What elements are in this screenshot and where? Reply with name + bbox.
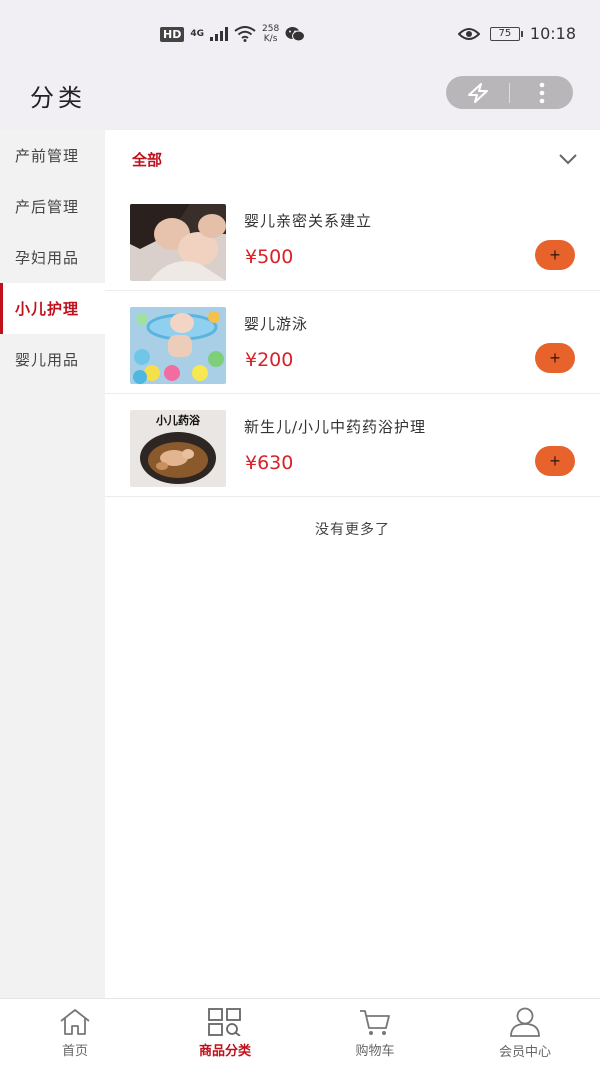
filter-label: 全部: [132, 150, 163, 169]
clock: 10:18: [529, 24, 576, 43]
cart-icon: [360, 1009, 390, 1035]
battery-indicator: 75: [489, 26, 523, 41]
tab-member[interactable]: 会员中心: [450, 999, 600, 1067]
chevron-down-icon: [559, 154, 577, 165]
list-item[interactable]: 小儿药浴 新生儿/小儿中药药浴护理 ¥630 +: [105, 394, 600, 497]
tab-label: 会员中心: [498, 1044, 551, 1060]
net-speed: 258 K/s: [262, 24, 279, 44]
sidebar-item-child-care[interactable]: 小儿护理: [0, 283, 105, 334]
mother-baby-photo: [130, 204, 226, 281]
status-right: 75 10:18: [457, 24, 576, 43]
product-price: ¥500: [245, 246, 294, 268]
add-to-cart-button[interactable]: +: [535, 343, 575, 373]
add-to-cart-button[interactable]: +: [535, 240, 575, 270]
tab-category[interactable]: 商品分类: [150, 999, 300, 1067]
no-more-text: 没有更多了: [315, 522, 390, 538]
share-button[interactable]: [446, 76, 509, 109]
eye-icon: [457, 27, 480, 40]
page-title: 分类: [30, 84, 86, 112]
more-vertical-icon: [539, 82, 544, 103]
more-button[interactable]: [510, 76, 573, 109]
add-to-cart-button[interactable]: +: [535, 446, 575, 476]
sidebar-item-prenatal[interactable]: 产前管理: [0, 130, 105, 181]
sidebar-item-label: 小儿护理: [15, 300, 80, 318]
lightning-icon: [467, 82, 488, 103]
tab-label: 首页: [61, 1043, 88, 1059]
wifi-icon: [234, 26, 256, 42]
net-speed-value: 258: [262, 24, 280, 34]
wechat-icon: [285, 27, 306, 42]
hd-badge: HD: [160, 26, 185, 42]
sidebar-item-maternity-goods[interactable]: 孕妇用品: [0, 232, 105, 283]
product-thumbnail: [130, 307, 226, 384]
sidebar-item-label: 婴儿用品: [15, 351, 80, 369]
bottom-tab-bar: 首页 商品分类 购物车 会员中心: [0, 998, 600, 1067]
tab-home[interactable]: 首页: [0, 999, 150, 1067]
list-item[interactable]: 婴儿游泳 ¥200 +: [105, 291, 600, 394]
app-header: 分类: [0, 70, 600, 130]
tab-label: 商品分类: [198, 1043, 251, 1059]
net-speed-unit: K/s: [263, 34, 278, 44]
list-item[interactable]: 婴儿亲密关系建立 ¥500 +: [105, 188, 600, 291]
status-left: HD 4G 258 K/s: [160, 24, 306, 44]
filter-dropdown[interactable]: 全部: [105, 130, 600, 188]
sidebar-item-label: 产后管理: [15, 198, 80, 216]
signal-icon: [210, 27, 228, 41]
product-name: 婴儿亲密关系建立: [244, 212, 373, 230]
miniprogram-capsule: [446, 76, 573, 109]
home-icon: [60, 1008, 90, 1035]
product-name: 婴儿游泳: [244, 315, 309, 333]
product-price: ¥630: [245, 452, 294, 474]
category-search-icon: [208, 1007, 241, 1036]
user-icon: [510, 1007, 540, 1037]
product-thumbnail: 小儿药浴: [130, 410, 226, 487]
herbal-bath-photo: [140, 432, 216, 484]
sidebar-item-label: 产前管理: [15, 147, 80, 165]
category-sidebar: 产前管理 产后管理 孕妇用品 小儿护理 婴儿用品: [0, 130, 105, 998]
product-list-panel: 全部 婴儿亲密关系建立 ¥500 + 婴儿游泳 ¥200 + 小儿药浴 新生儿/…: [105, 130, 600, 998]
baby-swimming-photo: [130, 307, 226, 384]
product-thumbnail: [130, 204, 226, 281]
product-price: ¥200: [245, 349, 294, 371]
tab-label: 购物车: [355, 1043, 395, 1059]
tab-cart[interactable]: 购物车: [300, 999, 450, 1067]
network-label: 4G: [190, 29, 204, 39]
sidebar-item-baby-goods[interactable]: 婴儿用品: [0, 334, 105, 385]
product-name: 新生儿/小儿中药药浴护理: [244, 418, 427, 436]
sidebar-item-postnatal[interactable]: 产后管理: [0, 181, 105, 232]
sidebar-item-label: 孕妇用品: [15, 249, 80, 267]
status-bar: HD 4G 258 K/s 75 10:18: [0, 0, 600, 70]
